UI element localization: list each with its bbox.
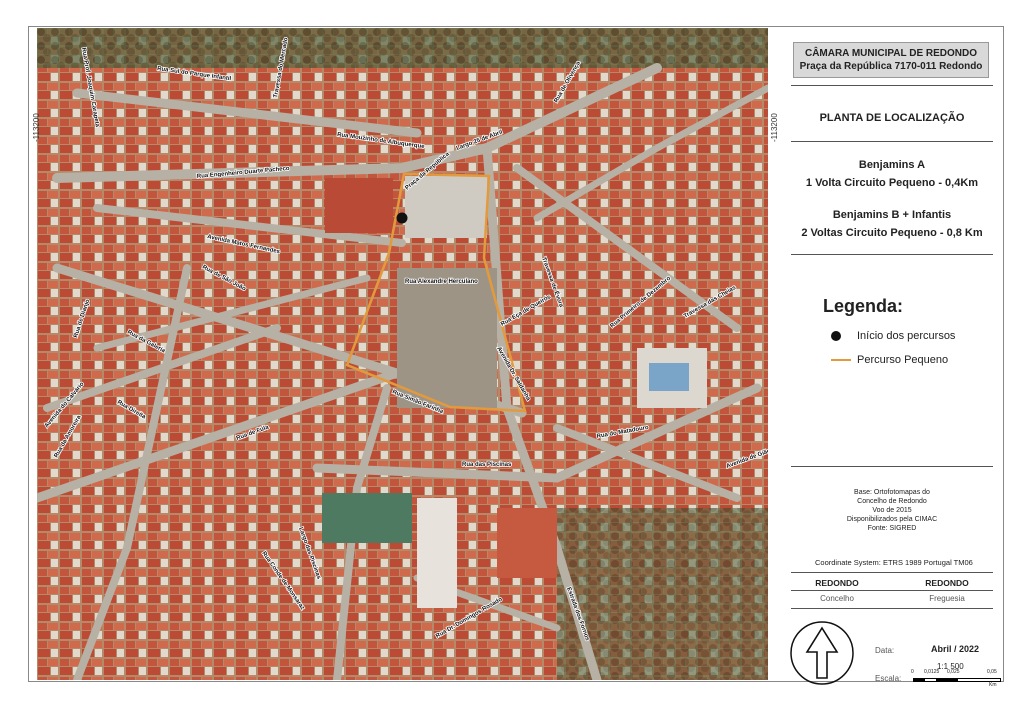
base-line-2: Concelho de Redondo <box>857 498 927 505</box>
street-label: Rua das Piscinas <box>462 462 512 468</box>
legend-item-route: Percurso Pequeno <box>831 354 948 366</box>
date-value: Abril / 2022 <box>931 644 980 654</box>
legend-item-start: Início dos percursos <box>831 330 955 342</box>
street-label: Rua Alexandre Herculano <box>405 279 478 285</box>
base-line-1: Base: Ortofotomapas do <box>854 489 930 496</box>
church-roof <box>325 178 393 233</box>
freguesia-type: Freguesia <box>929 594 965 603</box>
route-a-desc: 1 Volta Circuito Pequeno - 0,4Km <box>805 177 979 189</box>
divider <box>791 590 993 591</box>
school-pool <box>649 363 689 391</box>
plan-title: PLANTA DE LOCALIZAÇÃO <box>819 112 965 124</box>
base-line-3: Voo de 2015 <box>872 507 912 514</box>
legend-route-label: Percurso Pequeno <box>857 354 949 366</box>
org-name: CÂMARA MUNICIPAL DE REDONDO <box>804 48 978 59</box>
tree-cover <box>37 28 768 68</box>
route-a-title: Benjamins A <box>858 159 926 171</box>
divider <box>791 85 993 86</box>
divider <box>791 254 993 255</box>
coord-right: -113200 <box>770 113 779 142</box>
north-arrow-icon <box>790 621 854 685</box>
start-point-marker[interactable] <box>396 212 408 224</box>
roof-block <box>497 508 557 578</box>
divider <box>791 141 993 142</box>
concelho-type: Concelho <box>820 594 854 603</box>
route-b-desc: 2 Voltas Circuito Pequeno - 0,8 Km <box>801 227 983 239</box>
scale-tick-2: 0,025 <box>947 669 960 675</box>
central-block <box>397 268 497 408</box>
admin-concelho: REDONDO <box>787 578 887 588</box>
coordinate-system: Coordinate System: ETRS 1989 Portugal TM… <box>815 558 973 567</box>
base-line-5: Fonte: SIGRED <box>867 525 917 532</box>
organization-header: CÂMARA MUNICIPAL DE REDONDO Praça da Rep… <box>793 42 989 78</box>
map-svg: Rua Prof. Joaquim Carapeta Rua Sul do Par… <box>37 28 768 680</box>
legend-start-label: Início dos percursos <box>857 330 956 342</box>
swimming-pool <box>322 493 412 543</box>
route-line-icon <box>831 359 851 361</box>
coord-left: -113200 <box>32 113 41 142</box>
praca-da-republica <box>405 176 487 238</box>
route-b-title: Benjamins B + Infantis <box>832 209 952 221</box>
concelho-name: REDONDO <box>815 578 859 588</box>
scale-bar <box>913 678 1001 682</box>
legend-title: Legenda: <box>823 296 904 316</box>
divider <box>791 572 993 573</box>
pool-building <box>417 498 457 608</box>
divider <box>791 608 993 609</box>
scale-label: Escala: <box>875 674 902 683</box>
scale-unit: Km <box>989 682 997 688</box>
base-line-4: Disponibilizados pela CIMAC <box>846 516 938 523</box>
org-address: Praça da República 7170-011 Redondo <box>799 61 983 72</box>
orthophoto-map[interactable]: Rua Prof. Joaquim Carapeta Rua Sul do Par… <box>37 28 768 680</box>
scale-tick-1: 0,0125 <box>924 669 940 675</box>
start-dot-icon <box>831 331 841 341</box>
scale-tick-3: 0,05 <box>987 669 997 675</box>
admin-freguesia: REDONDO <box>897 578 997 588</box>
divider <box>791 466 993 467</box>
date-label: Data: <box>875 646 895 655</box>
freguesia-name: REDONDO <box>925 578 969 588</box>
legend-panel: CÂMARA MUNICIPAL DE REDONDO Praça da Rep… <box>781 28 1003 688</box>
scale-tick-0: 0 <box>911 669 914 675</box>
base-credits: Base: Ortofotomapas do Concelho de Redon… <box>781 488 1003 533</box>
